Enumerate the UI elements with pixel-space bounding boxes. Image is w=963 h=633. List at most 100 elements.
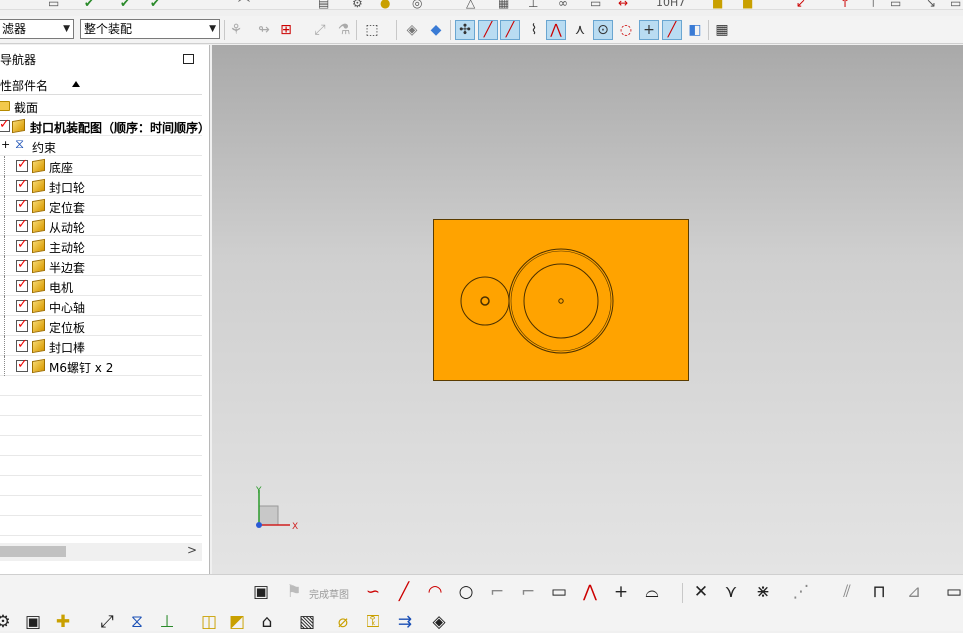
- tree-row-component[interactable]: 定位板: [0, 316, 202, 336]
- column-header[interactable]: 性部件名: [0, 74, 202, 95]
- make-corner-icon[interactable]: ⋇: [752, 581, 774, 603]
- tree-row-section[interactable]: 截面: [0, 96, 202, 116]
- tree-row-component[interactable]: 主动轮: [0, 236, 202, 256]
- move-icon[interactable]: ⤢: [310, 20, 330, 40]
- add-point-icon[interactable]: ⊞: [276, 20, 296, 40]
- dimension-icon[interactable]: ⊓: [868, 581, 890, 603]
- intersection-icon[interactable]: ⋀: [546, 20, 566, 40]
- scope-select[interactable]: 整个装配 ▼: [80, 19, 220, 39]
- visibility-checkbox[interactable]: [16, 337, 28, 352]
- part-icon[interactable]: ■: [712, 0, 723, 9]
- tree-row-constraints[interactable]: + ⧖ 约束: [0, 136, 202, 156]
- studio-spline-icon[interactable]: ⌓: [641, 581, 663, 603]
- part-icon[interactable]: ■: [742, 0, 753, 9]
- exploded-view-icon[interactable]: ◫: [198, 611, 220, 633]
- endpoint-icon[interactable]: ╱: [478, 20, 498, 40]
- assembly-tool-icon[interactable]: ⚙: [0, 611, 14, 633]
- select-feature-icon[interactable]: ⚘: [226, 20, 246, 40]
- tree-row-component[interactable]: 定位套: [0, 196, 202, 216]
- constraint-icon[interactable]: ⧖: [126, 611, 148, 633]
- tree-row-component[interactable]: 从动轮: [0, 216, 202, 236]
- finish-sketch-button[interactable]: 完成草图: [309, 586, 349, 601]
- view-options-icon[interactable]: ◈: [428, 611, 450, 633]
- tree-row-component[interactable]: 中心轴: [0, 296, 202, 316]
- eraser-icon[interactable]: ◈: [402, 20, 422, 40]
- triangle-icon[interactable]: △: [466, 0, 475, 9]
- selection-box-icon[interactable]: ⬚: [362, 20, 382, 40]
- rectangle-icon[interactable]: ▭: [548, 581, 570, 603]
- face-icon[interactable]: ◧: [685, 20, 705, 40]
- pin-icon[interactable]: ⊤: [868, 0, 878, 9]
- align-icon[interactable]: ⊥: [156, 611, 178, 633]
- snap-grid-icon[interactable]: ✣: [455, 20, 475, 40]
- polygon-icon[interactable]: ⋀: [579, 581, 601, 603]
- add-component-icon[interactable]: ✚: [52, 611, 74, 633]
- arrow-icon[interactable]: ↘: [926, 0, 936, 9]
- distance-icon[interactable]: ↔: [618, 0, 628, 9]
- point-icon[interactable]: ↙: [796, 0, 806, 9]
- toolbar-icon[interactable]: ▭: [48, 0, 59, 9]
- cross-icon[interactable]: +: [639, 20, 659, 40]
- offset-curve-icon[interactable]: ⋰: [790, 581, 812, 603]
- solid-cube-icon[interactable]: ◆: [426, 20, 446, 40]
- tangent-icon[interactable]: ⋏: [570, 20, 590, 40]
- line-icon[interactable]: ╱: [393, 581, 415, 603]
- layer-icon[interactable]: ▤: [318, 0, 329, 9]
- quick-trim-icon[interactable]: ✕: [690, 581, 712, 603]
- check-icon[interactable]: ✔: [120, 0, 130, 9]
- profile-icon[interactable]: ∽: [362, 581, 384, 603]
- large-circle-inner[interactable]: [523, 263, 599, 339]
- visibility-checkbox[interactable]: [16, 277, 28, 292]
- midpoint-icon[interactable]: ╱: [500, 20, 520, 40]
- visibility-checkbox[interactable]: [16, 317, 28, 332]
- maximize-icon[interactable]: [183, 54, 194, 64]
- check-icon[interactable]: ✔: [150, 0, 160, 9]
- reference-icon[interactable]: ⌀: [332, 611, 354, 633]
- box-icon[interactable]: ▭: [950, 0, 961, 9]
- check-icon[interactable]: ✔: [84, 0, 94, 9]
- scroll-thumb[interactable]: [0, 546, 66, 557]
- link-icon[interactable]: ∞: [558, 0, 568, 9]
- more-icon[interactable]: ▭: [943, 581, 963, 603]
- center-hole[interactable]: [558, 298, 564, 304]
- pattern-icon[interactable]: ⫽: [836, 581, 858, 603]
- sketch-part-face[interactable]: [433, 219, 689, 381]
- visibility-checkbox[interactable]: [16, 257, 28, 272]
- on-curve-icon[interactable]: ╱: [662, 20, 682, 40]
- constraint-icon[interactable]: ⊿: [903, 581, 925, 603]
- center-icon[interactable]: ⊙: [593, 20, 613, 40]
- visibility-checkbox[interactable]: [16, 217, 28, 232]
- interference-icon[interactable]: ▧: [296, 611, 318, 633]
- filter-select[interactable]: 滤器 ▼: [0, 19, 74, 39]
- snap-icon[interactable]: ↬: [254, 20, 274, 40]
- visibility-checkbox[interactable]: [16, 157, 28, 172]
- visibility-checkbox[interactable]: [0, 117, 10, 132]
- quick-extend-icon[interactable]: ⋎: [720, 581, 742, 603]
- small-hole[interactable]: [480, 296, 490, 306]
- expand-icon[interactable]: +: [1, 138, 10, 151]
- visibility-checkbox[interactable]: [16, 177, 28, 192]
- circle-icon[interactable]: ○: [455, 581, 477, 603]
- fillet-icon[interactable]: ⌐: [486, 581, 508, 603]
- tree-row-component[interactable]: 封口轮: [0, 176, 202, 196]
- horizontal-scrollbar[interactable]: >: [0, 543, 202, 561]
- curve-icon[interactable]: ▭: [890, 0, 901, 9]
- tree-row-component[interactable]: 底座: [0, 156, 202, 176]
- sequence-icon[interactable]: ◩: [226, 611, 248, 633]
- clone-icon[interactable]: ⚿: [362, 611, 384, 633]
- large-circle-outer[interactable]: [508, 248, 614, 354]
- assembly-icon[interactable]: ⚗: [334, 20, 354, 40]
- tree-row-assembly-root[interactable]: 封口机装配图（顺序：时间顺序）: [0, 116, 210, 136]
- point-icon[interactable]: +: [610, 581, 632, 603]
- view-icon[interactable]: ◎: [412, 0, 422, 9]
- dimension-icon[interactable]: ⊥: [528, 0, 538, 9]
- arc-icon[interactable]: ◠: [424, 581, 446, 603]
- quadrant-icon[interactable]: ◌: [616, 20, 636, 40]
- small-circle[interactable]: [460, 276, 510, 326]
- grid-icon[interactable]: ▦: [712, 20, 732, 40]
- tree-row-component[interactable]: 封口棒: [0, 336, 202, 356]
- ball-icon[interactable]: ●: [380, 0, 390, 9]
- sketch-task-icon[interactable]: ▣: [250, 581, 272, 603]
- tree-row-component[interactable]: M6螺钉 x 2: [0, 356, 202, 376]
- component-icon[interactable]: ▣: [22, 611, 44, 633]
